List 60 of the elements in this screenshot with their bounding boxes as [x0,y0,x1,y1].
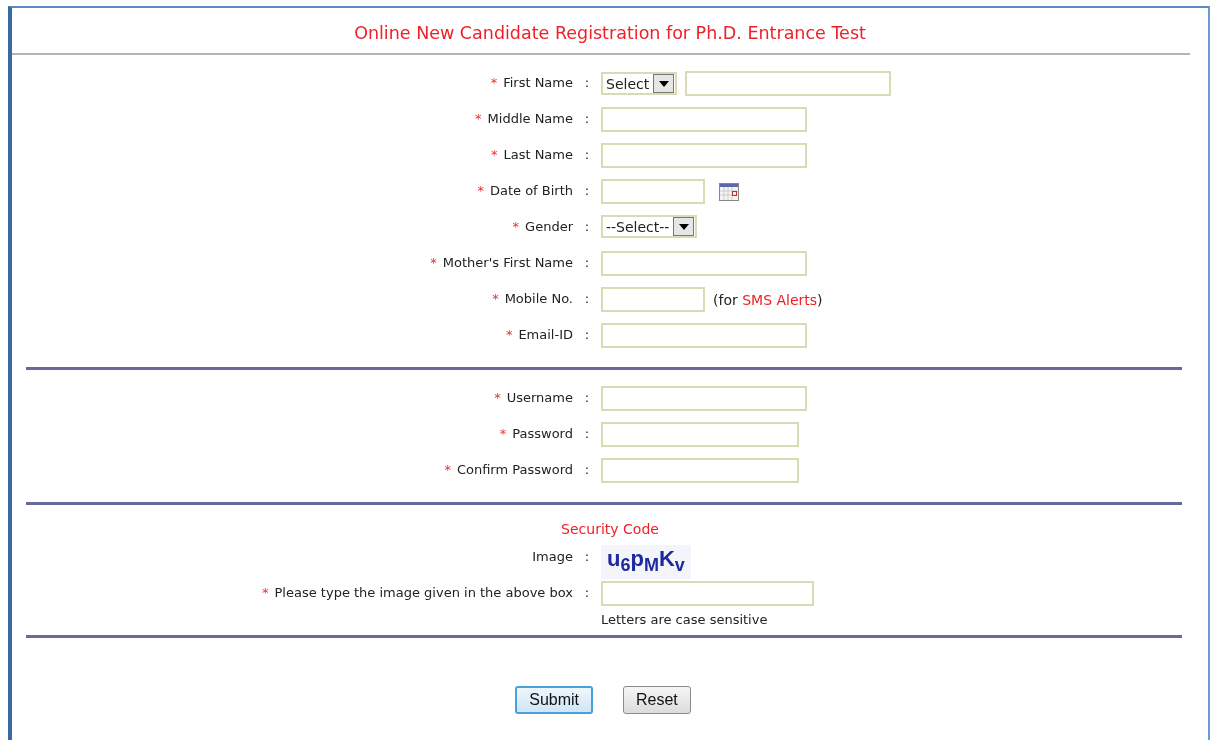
required-mark: * [505,327,513,342]
field-label: Mobile No. [504,291,573,306]
field-label: Email-ID [518,327,573,342]
field-label: Image [532,549,573,564]
form-title: Online New Candidate Registration for Ph.D. Entrance Test [353,22,867,45]
field-label: Username [506,390,573,405]
input-field[interactable] [601,107,807,132]
submit-button[interactable]: Submit [515,686,593,714]
required-mark: * [494,390,501,405]
dropdown[interactable]: --Select-- [601,215,698,238]
dropdown[interactable]: Select [601,72,678,95]
colon: : [583,389,591,405]
field-label: Middle Name [487,111,573,126]
field-label: First Name [503,75,573,90]
section-heading: Security Code [560,521,660,537]
field-label: Last Name [503,147,573,162]
required-mark: * [477,183,484,198]
required-mark: * [499,426,507,441]
input-field[interactable] [601,581,814,606]
colon: : [583,74,591,90]
required-mark: * [444,462,451,477]
colon: : [583,218,591,234]
field-label: Date of Birth [489,183,573,198]
password-field[interactable] [601,458,799,483]
caret-icon [658,80,669,87]
colon: : [583,326,591,342]
input-field[interactable] [685,71,892,96]
colon: : [583,425,591,441]
input-field[interactable] [601,251,807,276]
input-field[interactable] [601,287,705,312]
colon: : [583,182,591,198]
reset-button[interactable]: Reset [623,686,691,714]
colon: : [583,461,591,477]
colon: : [583,254,591,270]
colon: : [583,548,591,564]
hint-text: Letters are case sensitive [601,612,769,627]
required-mark: * [490,75,498,90]
required-mark: * [262,585,269,600]
calendar-icon[interactable] [719,182,739,201]
required-mark: * [430,255,437,270]
required-mark: * [492,291,499,306]
colon: : [583,146,591,162]
caret-icon [678,223,689,230]
required-mark: * [490,147,498,162]
password-field[interactable] [601,422,799,447]
colon: : [583,290,591,306]
required-mark: * [475,111,482,126]
field-label: Please type the image given in the above box [274,585,573,600]
colon: : [583,110,591,126]
field-label: Confirm Password [456,462,573,477]
field-label: Gender [525,219,573,234]
input-field[interactable] [601,179,705,204]
input-field[interactable] [601,386,807,411]
colon: : [583,584,591,600]
input-field[interactable] [601,143,807,168]
field-label: Mother's First Name [442,255,573,270]
required-mark: * [512,219,520,234]
field-label: Password [512,426,573,441]
sms-note: (for SMS Alerts) [713,291,823,308]
input-field[interactable] [601,323,807,348]
